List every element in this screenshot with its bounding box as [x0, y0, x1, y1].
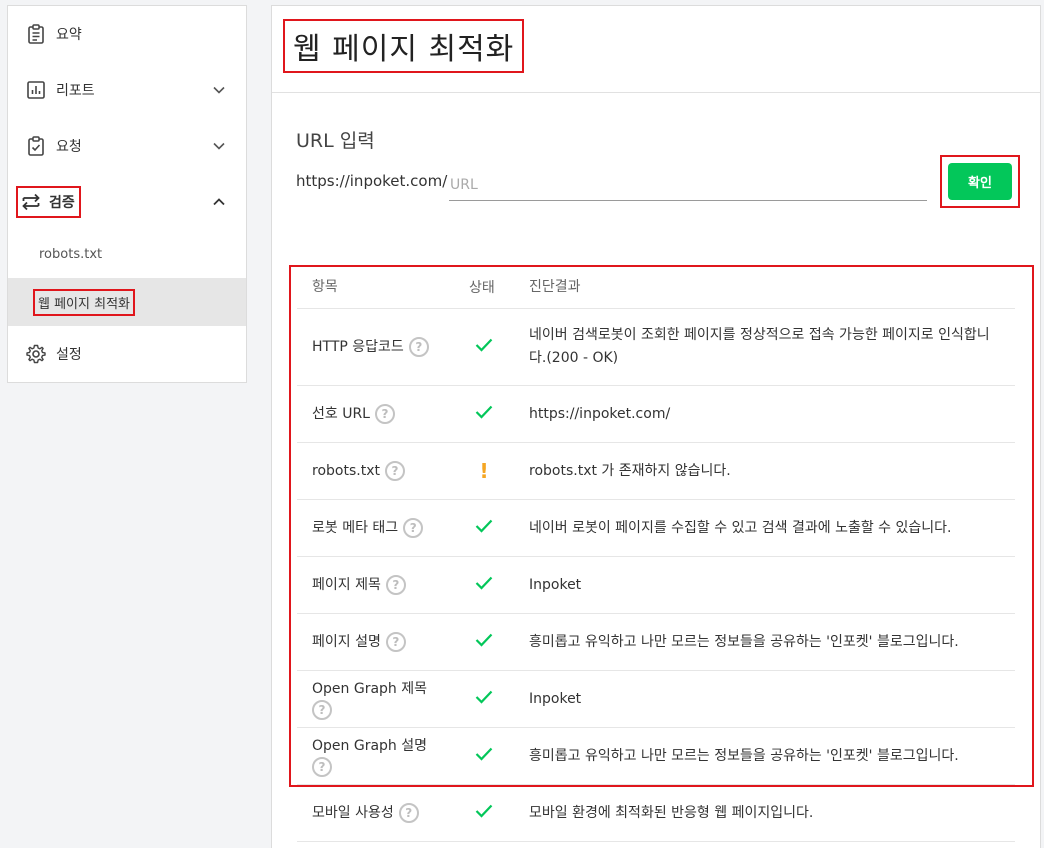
help-icon[interactable]: ?	[385, 632, 406, 652]
chevron-up-icon[interactable]	[212, 195, 226, 209]
row-status-cell	[455, 804, 513, 822]
sidebar-item-label: 리포트	[56, 83, 95, 99]
clipboard-icon	[25, 23, 47, 45]
sidebar-subitem-label: 웹 페이지 최적화	[33, 288, 135, 316]
chevron-down-icon[interactable]	[212, 83, 226, 97]
table-row: Open Graph 제목? Inpoket	[297, 671, 1015, 728]
row-item-label: 선호 URL	[312, 406, 370, 422]
table-row: 페이지 제목? Inpoket	[297, 557, 1015, 614]
page-header: 웹 페이지 최적화	[272, 6, 1040, 93]
help-icon[interactable]: ?	[312, 700, 332, 720]
gear-icon	[25, 343, 47, 365]
table-row: HTTP 응답코드? 네이버 검색로봇이 조회한 페이지를 정상적으로 접속 가능…	[297, 309, 1015, 386]
url-section-label: URL 입력	[296, 130, 375, 152]
row-item-label: 페이지 제목	[312, 577, 381, 593]
sidebar-item-label: 설정	[56, 347, 82, 363]
row-status-cell	[455, 405, 513, 423]
sidebar-subitem-label: robots.txt	[39, 246, 103, 262]
sidebar-item-label: 요청	[56, 139, 82, 155]
clipboard-check-icon	[25, 135, 47, 157]
help-icon[interactable]: ?	[403, 518, 424, 538]
row-item-cell: Open Graph 설명?	[297, 735, 455, 777]
sidebar-item-settings[interactable]: 설정	[8, 326, 246, 382]
row-item-label: 페이지 설명	[312, 634, 381, 650]
confirm-button-highlight: 확인	[940, 155, 1020, 208]
main-panel: 웹 페이지 최적화 URL 입력 https://inpoket.com/ 확인…	[271, 5, 1041, 848]
row-result-cell: robots.txt 가 존재하지 않습니다.	[529, 462, 731, 479]
row-item-label: 로봇 메타 태그	[312, 520, 399, 536]
help-icon[interactable]: ?	[408, 337, 429, 357]
table-row: 모바일 사용성? 모바일 환경에 최적화된 반응형 웹 페이지입니다.	[297, 785, 1015, 842]
row-item-cell: HTTP 응답코드?	[297, 336, 455, 358]
row-item-cell: 모바일 사용성?	[297, 802, 455, 824]
row-result-cell: 흥미롭고 유익하고 나만 모르는 정보들을 공유하는 '인포켓' 블로그입니다.	[529, 747, 959, 764]
sidebar-item-summary[interactable]: 요약	[8, 6, 246, 62]
header-result: 진단결과	[529, 278, 581, 295]
row-item-label: Open Graph 제목	[312, 681, 427, 697]
row-item-label: HTTP 응답코드	[312, 339, 404, 355]
help-icon[interactable]: ?	[312, 757, 332, 777]
check-icon	[475, 747, 493, 765]
row-status-cell	[455, 747, 513, 765]
row-item-cell: Open Graph 제목?	[297, 678, 455, 720]
row-item-cell: 페이지 제목?	[297, 574, 455, 596]
check-icon	[475, 338, 493, 356]
check-icon	[475, 405, 493, 423]
sidebar-item-label: 요약	[56, 27, 82, 43]
url-input[interactable]	[449, 169, 927, 201]
check-icon	[475, 519, 493, 537]
row-result-cell: 모바일 환경에 최적화된 반응형 웹 페이지입니다.	[529, 804, 814, 821]
page-title: 웹 페이지 최적화	[283, 19, 525, 73]
row-result-cell: Inpoket	[529, 576, 582, 593]
diagnosis-table: 항목 상태 진단결과 HTTP 응답코드? 네이버 검색로봇이 조회한 페이지를 …	[297, 266, 1015, 842]
sidebar: 요약 리포트 요청 검증 robots.txt 웹 페이지 최적화 설정	[7, 5, 247, 383]
row-item-label: Open Graph 설명	[312, 738, 427, 754]
table-row: 로봇 메타 태그? 네이버 로봇이 페이지를 수집할 수 있고 검색 결과에 노출…	[297, 500, 1015, 557]
row-status-cell	[455, 633, 513, 651]
sidebar-subitem-robots[interactable]: robots.txt	[8, 230, 246, 278]
report-chart-icon	[25, 79, 47, 101]
row-result-cell: 네이버 검색로봇이 조회한 페이지를 정상적으로 접속 가능한 페이지로 인식합…	[529, 327, 990, 366]
help-icon[interactable]: ?	[384, 461, 405, 481]
header-status: 상태	[469, 280, 495, 296]
row-status-cell	[455, 576, 513, 594]
help-icon[interactable]: ?	[385, 575, 406, 595]
header-item: 항목	[312, 279, 338, 295]
row-status-cell: !	[455, 459, 513, 483]
sidebar-item-verify[interactable]: 검증	[8, 174, 246, 230]
table-row: robots.txt?! robots.txt 가 존재하지 않습니다.	[297, 443, 1015, 500]
check-icon	[475, 576, 493, 594]
url-prefix: https://inpoket.com/	[296, 172, 448, 190]
check-icon	[475, 804, 493, 822]
row-status-cell	[455, 690, 513, 708]
sidebar-item-request[interactable]: 요청	[8, 118, 246, 174]
row-result-cell: 흥미롭고 유익하고 나만 모르는 정보들을 공유하는 '인포켓' 블로그입니다.	[529, 633, 959, 650]
row-status-cell	[455, 338, 513, 356]
row-status-cell	[455, 519, 513, 537]
table-row: 페이지 설명? 흥미롭고 유익하고 나만 모르는 정보들을 공유하는 '인포켓' …	[297, 614, 1015, 671]
sidebar-item-label: 검증	[49, 195, 75, 211]
help-icon[interactable]: ?	[398, 803, 419, 823]
sidebar-subitem-web-optimization[interactable]: 웹 페이지 최적화	[8, 278, 246, 326]
help-icon[interactable]: ?	[375, 404, 395, 424]
row-item-cell: 페이지 설명?	[297, 631, 455, 653]
confirm-button[interactable]: 확인	[948, 163, 1012, 200]
chevron-down-icon[interactable]	[212, 139, 226, 153]
row-result-cell: 네이버 로봇이 페이지를 수집할 수 있고 검색 결과에 노출할 수 있습니다.	[529, 519, 952, 536]
table-header-row: 항목 상태 진단결과	[297, 266, 1015, 309]
warning-icon: !	[479, 459, 489, 483]
row-result-cell: Inpoket	[529, 690, 582, 707]
check-icon	[475, 633, 493, 651]
sidebar-item-report[interactable]: 리포트	[8, 62, 246, 118]
table-row: 선호 URL? https://inpoket.com/	[297, 386, 1015, 443]
row-item-label: 모바일 사용성	[312, 805, 394, 821]
swap-arrows-icon	[20, 191, 42, 213]
check-icon	[475, 690, 493, 708]
row-item-cell: 선호 URL?	[297, 403, 455, 425]
table-row: Open Graph 설명? 흥미롭고 유익하고 나만 모르는 정보들을 공유하는…	[297, 728, 1015, 785]
row-item-cell: 로봇 메타 태그?	[297, 517, 455, 539]
row-item-cell: robots.txt?	[297, 460, 455, 482]
row-result-cell: https://inpoket.com/	[529, 405, 671, 422]
row-item-label: robots.txt	[312, 463, 380, 479]
